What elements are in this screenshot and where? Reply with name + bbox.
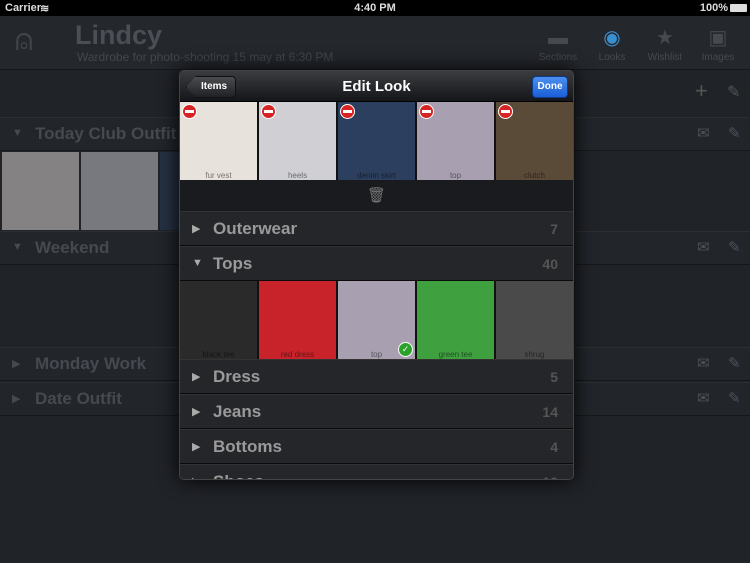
edit-icon[interactable]: ✎ [727,82,740,102]
selected-item[interactable]: denim skirt [338,102,415,180]
wardrobe-item[interactable]: green tee [417,281,494,359]
wardrobe-title: Lindcy [75,20,163,50]
battery-icon [730,4,747,12]
remove-icon[interactable] [261,104,276,119]
modal-header: Items Edit Look Done [180,71,573,102]
remove-icon[interactable] [419,104,434,119]
wardrobe-item[interactable]: black tee [180,281,257,359]
edit-icon[interactable]: ✎ [728,389,741,407]
category-name: Outerwear [213,219,298,238]
mail-icon[interactable]: ✉ [697,124,710,142]
toolbar-label: Images [701,52,735,63]
expanded-triangle-icon: ▼ [192,257,203,269]
category-list: ▶ Outerwear 7 ▼ Tops 40 black tee red dress top ✓… [180,211,573,479]
toolbar-label: Sections [538,52,578,63]
item-caption: red dress [280,350,315,359]
modal-title: Edit Look [342,78,411,95]
mail-icon[interactable]: ✉ [697,354,710,372]
selected-item[interactable]: fur vest [180,102,257,180]
toolbar-wishlist[interactable]: ★ Wishlist [637,24,693,63]
look-name: Weekend [35,238,110,257]
category-count: 4 [550,439,558,455]
toolbar-label: Looks [598,52,626,63]
category-count: 10 [542,474,558,479]
mail-icon[interactable]: ✉ [697,238,710,256]
category-row-outerwear[interactable]: ▶ Outerwear 7 [180,211,573,246]
eye-icon: ◉ [603,27,621,49]
edit-look-modal: Items Edit Look Done fur vest heels denim … [179,70,574,480]
collapsed-triangle-icon: ▶ [192,441,201,453]
item-caption: clutch [524,171,545,180]
collapsed-triangle-icon: ▶ [192,223,201,235]
clock: 4:40 PM [354,2,396,14]
remove-icon[interactable] [498,104,513,119]
remove-icon[interactable] [182,104,197,119]
category-count: 40 [542,256,558,272]
toolbar-label: Wishlist [647,52,683,63]
star-icon: ★ [656,27,674,49]
look-item-thumbnail[interactable] [160,152,180,230]
wardrobe-subtitle: Wardrobe for photo-shooting 15 may at 6:… [77,50,334,64]
category-row-dress[interactable]: ▶ Dress 5 [180,359,573,394]
edit-icon[interactable]: ✎ [728,124,741,142]
wardrobe-item[interactable]: top ✓ [338,281,415,359]
trash-icon[interactable]: 🗑 [180,180,573,211]
category-count: 5 [550,369,558,385]
status-bar: Carrier ≋ 4:40 PM 100% [0,0,750,16]
look-name: Monday Work [35,354,147,373]
category-name: Jeans [213,402,262,421]
images-icon: ▣ [708,27,728,49]
item-caption: fur vest [205,171,232,180]
look-name: Today Club Outfit [35,124,177,143]
tops-items-row: black tee red dress top ✓ green tee shrug [180,281,573,359]
look-name: Date Outfit [35,389,122,408]
selected-item[interactable]: clutch [496,102,573,180]
category-row-tops[interactable]: ▼ Tops 40 [180,246,573,281]
toolbar-looks[interactable]: ◉ Looks [584,24,640,63]
item-caption: shrug [524,350,545,359]
selected-items-row: fur vest heels denim skirt top clutch [180,102,573,180]
toolbar-images[interactable]: ▣ Images [690,24,746,63]
sections-icon: ▬ [548,27,568,49]
add-icon[interactable]: + [695,78,708,104]
category-name: Dress [213,367,261,386]
category-row-bottoms[interactable]: ▶ Bottoms 4 [180,429,573,464]
wardrobe-item[interactable]: shrug [496,281,573,359]
category-count: 14 [542,404,558,420]
expanded-triangle-icon: ▼ [12,241,23,253]
collapsed-triangle-icon: ▶ [12,358,21,370]
category-row-shoes[interactable]: ▶ Shoes 10 [180,464,573,479]
item-caption: black tee [202,350,235,359]
collapsed-triangle-icon: ▶ [192,475,200,479]
collapsed-triangle-icon: ▶ [192,371,201,383]
look-item-thumbnail[interactable] [2,152,79,230]
category-name: Tops [213,254,253,273]
top-bar: ⍝ Lindcy Wardrobe for photo-shooting 15 … [0,16,750,70]
edit-icon[interactable]: ✎ [728,354,741,372]
wardrobe-item[interactable]: red dress [259,281,336,359]
item-caption: heels [287,171,308,180]
toolbar-sections[interactable]: ▬ Sections [530,24,586,63]
category-count: 7 [550,221,558,237]
look-item-thumbnail[interactable] [81,152,158,230]
battery-percent: 100% [699,2,728,14]
mail-icon[interactable]: ✉ [697,389,710,407]
collapsed-triangle-icon: ▶ [192,406,201,418]
hanger-person-icon[interactable]: ⍝ [15,24,33,58]
item-caption: green tee [438,350,473,359]
item-caption: top [449,171,462,180]
category-name: Bottoms [213,437,282,456]
expanded-triangle-icon: ▼ [12,127,23,139]
item-caption: top [370,350,383,359]
item-caption: denim skirt [357,171,396,180]
checkmark-icon: ✓ [398,342,413,357]
collapsed-triangle-icon: ▶ [12,393,21,405]
selected-item[interactable]: heels [259,102,336,180]
remove-icon[interactable] [340,104,355,119]
selected-item[interactable]: top [417,102,494,180]
edit-icon[interactable]: ✎ [728,238,741,256]
category-row-jeans[interactable]: ▶ Jeans 14 [180,394,573,429]
done-button[interactable]: Done [532,76,568,98]
category-name: Shoes [213,472,264,479]
